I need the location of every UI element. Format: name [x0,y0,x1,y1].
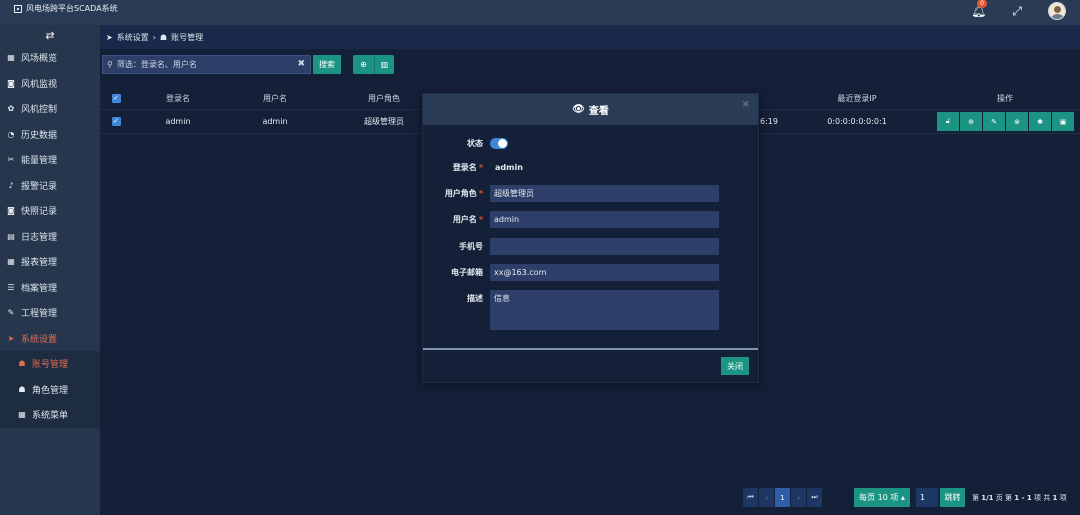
description-row: 描述 信息 [423,290,760,330]
eye-icon: 👁︎ [572,104,585,115]
role-row: 用户角色 * 超级管理员 [423,185,760,202]
role-field[interactable]: 超级管理员 [490,185,719,202]
username-row: 用户名 * admin [423,211,760,228]
username-field[interactable]: admin [490,211,719,228]
close-icon[interactable]: × [742,99,750,110]
close-button[interactable]: 关闭 [721,357,749,375]
email-label: 电子邮箱 [451,268,483,277]
phone-field[interactable] [490,238,719,255]
status-toggle[interactable] [490,138,508,149]
login-value: admin [495,163,523,172]
email-field[interactable]: xx@163.com [490,264,719,281]
dialog-header: 👁︎ 查看 × [423,94,758,125]
role-label: 用户角色 * [444,189,483,198]
view-dialog: 👁︎ 查看 × 状态 登录名 * admin 用户角色 * 超级管理员 用户名 * a… [422,93,759,383]
status-label: 状态 [467,139,483,148]
status-row: 状态 [423,135,760,152]
description-label: 描述 [467,294,483,303]
dialog-title: 查看 [588,106,609,117]
login-label: 登录名 * [452,163,483,172]
phone-label: 手机号 [459,242,483,251]
phone-row: 手机号 [423,238,760,255]
modal-overlay: 👁︎ 查看 × 状态 登录名 * admin 用户角色 * 超级管理员 用户名 * a… [0,0,1080,515]
dialog-divider [423,348,758,350]
username-label: 用户名 * [452,215,483,224]
login-row: 登录名 * admin [423,159,760,176]
email-row: 电子邮箱 xx@163.com [423,264,760,281]
description-field[interactable]: 信息 [490,290,719,330]
